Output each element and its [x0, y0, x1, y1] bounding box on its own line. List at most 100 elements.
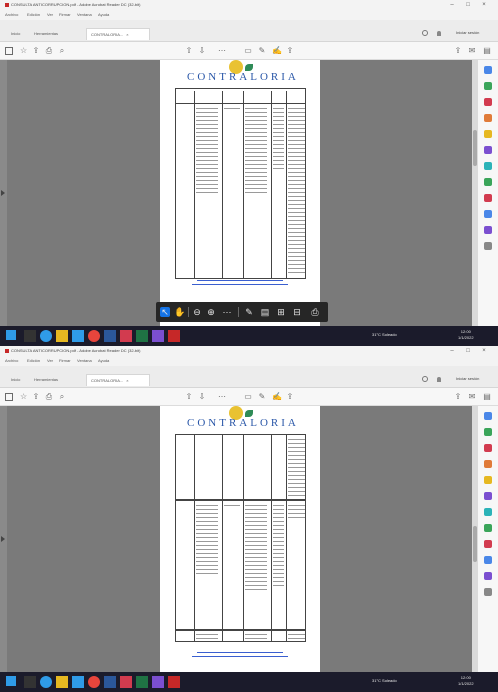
- tool-compress-icon[interactable]: [484, 508, 492, 516]
- page-up-icon[interactable]: ⇧: [185, 47, 193, 55]
- sign-icon[interactable]: ✍: [272, 393, 282, 401]
- pen-icon[interactable]: ✎: [258, 393, 266, 401]
- acrobat-taskbar-icon[interactable]: [168, 676, 180, 688]
- tool-protect-icon[interactable]: [484, 178, 492, 186]
- menu-ventana[interactable]: Ventana: [77, 358, 92, 363]
- sidebar-toggle-icon[interactable]: ▤: [483, 47, 491, 55]
- cursor-icon[interactable]: ↖: [160, 307, 170, 317]
- zoom-out-icon[interactable]: ⊖: [192, 307, 202, 317]
- excel-icon[interactable]: [136, 330, 148, 342]
- start-button[interactable]: [6, 330, 18, 342]
- mail-icon[interactable]: ✉: [468, 47, 476, 55]
- powerpoint-icon[interactable]: [120, 676, 132, 688]
- tool-comment-icon[interactable]: [484, 460, 492, 468]
- maximize-button[interactable]: □: [462, 347, 474, 355]
- close-button[interactable]: ×: [478, 347, 490, 355]
- tab-close-icon[interactable]: ×: [126, 32, 128, 37]
- page-down-icon[interactable]: ⇩: [198, 47, 206, 55]
- tool-create-icon[interactable]: [484, 98, 492, 106]
- tool-create-icon[interactable]: [484, 444, 492, 452]
- tab-tools[interactable]: Herramientas: [30, 374, 82, 386]
- search-icon[interactable]: ⌕: [58, 393, 66, 401]
- tab-close-icon[interactable]: ×: [126, 378, 128, 383]
- powerpoint-icon[interactable]: [120, 330, 132, 342]
- print-icon[interactable]: ⎙: [45, 393, 53, 401]
- expand-left-panel-icon[interactable]: [1, 536, 5, 542]
- tool-more-icon[interactable]: [484, 572, 492, 580]
- tool-compress-icon[interactable]: [484, 162, 492, 170]
- search-taskbar-icon[interactable]: [24, 676, 36, 688]
- document-viewer[interactable]: CONTRALORIA: [0, 60, 498, 346]
- expand-left-panel-icon[interactable]: [1, 190, 5, 196]
- create-icon[interactable]: [5, 47, 13, 55]
- sign-in-link[interactable]: Iniciar sesión: [456, 30, 479, 35]
- highlight-icon[interactable]: ▤: [260, 307, 270, 317]
- close-button[interactable]: ×: [478, 1, 490, 9]
- bookmark-star-icon[interactable]: ☆: [20, 47, 28, 55]
- page-up-icon[interactable]: ⇧: [185, 393, 193, 401]
- scrollbar-thumb[interactable]: [473, 526, 477, 562]
- more-icon[interactable]: ⋯: [222, 307, 232, 317]
- menu-ayuda[interactable]: Ayuda: [98, 12, 109, 17]
- edge-icon[interactable]: [40, 676, 52, 688]
- search-icon[interactable]: ⌕: [58, 47, 66, 55]
- tool-export-icon[interactable]: [484, 66, 492, 74]
- upload-icon[interactable]: ⇪: [32, 393, 40, 401]
- menu-edicion[interactable]: Edición: [27, 12, 40, 17]
- share-file-icon[interactable]: ⇪: [454, 47, 462, 55]
- notification-icon[interactable]: [437, 377, 441, 382]
- tool-combine-icon[interactable]: [484, 476, 492, 484]
- onenote-icon[interactable]: [152, 330, 164, 342]
- comment-icon[interactable]: ▭: [244, 47, 252, 55]
- zoom-in-icon[interactable]: ⊕: [206, 307, 216, 317]
- word-icon[interactable]: [104, 330, 116, 342]
- minimize-button[interactable]: –: [446, 347, 458, 355]
- menu-ayuda[interactable]: Ayuda: [98, 358, 109, 363]
- menu-ver[interactable]: Ver: [47, 358, 53, 363]
- tool-send-icon[interactable]: [484, 556, 492, 564]
- tool-edit-icon[interactable]: [484, 82, 492, 90]
- edge-icon[interactable]: [40, 330, 52, 342]
- tab-home[interactable]: Inicio: [7, 28, 27, 40]
- bookmark-star-icon[interactable]: ☆: [20, 393, 28, 401]
- menu-edicion[interactable]: Edición: [27, 358, 40, 363]
- scrollbar-thumb[interactable]: [473, 130, 477, 166]
- menu-archivo[interactable]: Archivo: [5, 12, 18, 17]
- chrome-icon[interactable]: [88, 330, 100, 342]
- tab-tools[interactable]: Herramientas: [30, 28, 82, 40]
- tool-settings-icon[interactable]: [484, 588, 492, 596]
- sidebar-toggle-icon[interactable]: ▤: [483, 393, 491, 401]
- tool-organize-icon[interactable]: [484, 146, 492, 154]
- mail-icon[interactable]: ✉: [468, 393, 476, 401]
- notification-icon[interactable]: [437, 31, 441, 36]
- hand-icon[interactable]: ✋: [174, 307, 185, 317]
- help-icon[interactable]: [422, 376, 428, 382]
- create-icon[interactable]: [5, 393, 13, 401]
- share-file-icon[interactable]: ⇪: [454, 393, 462, 401]
- print-icon[interactable]: ⎙: [310, 307, 320, 317]
- explorer-icon[interactable]: [56, 330, 68, 342]
- comment-icon[interactable]: ✎: [244, 307, 254, 317]
- footer-link[interactable]: [197, 280, 283, 281]
- store-icon[interactable]: [72, 676, 84, 688]
- tab-home[interactable]: Inicio: [7, 374, 27, 386]
- store-icon[interactable]: [72, 330, 84, 342]
- chrome-icon[interactable]: [88, 676, 100, 688]
- tool-protect-icon[interactable]: [484, 524, 492, 532]
- word-icon[interactable]: [104, 676, 116, 688]
- minimize-button[interactable]: –: [446, 1, 458, 9]
- tool-organize-icon[interactable]: [484, 492, 492, 500]
- tool-settings-icon[interactable]: [484, 242, 492, 250]
- taskbar-clock[interactable]: 12:00 1/1/2022: [458, 329, 474, 341]
- pen-icon[interactable]: ✎: [258, 47, 266, 55]
- tool-fill-sign-icon[interactable]: [484, 194, 492, 202]
- tool-send-icon[interactable]: [484, 210, 492, 218]
- taskbar-clock[interactable]: 12:00 1/1/2022: [458, 675, 474, 687]
- more-tools-icon[interactable]: ⋯: [218, 393, 226, 401]
- menu-firmar[interactable]: Firmar: [59, 12, 71, 17]
- acrobat-taskbar-icon[interactable]: [168, 330, 180, 342]
- footer-link[interactable]: [197, 652, 283, 653]
- excel-icon[interactable]: [136, 676, 148, 688]
- menu-archivo[interactable]: Archivo: [5, 358, 18, 363]
- footer-link[interactable]: [192, 656, 288, 657]
